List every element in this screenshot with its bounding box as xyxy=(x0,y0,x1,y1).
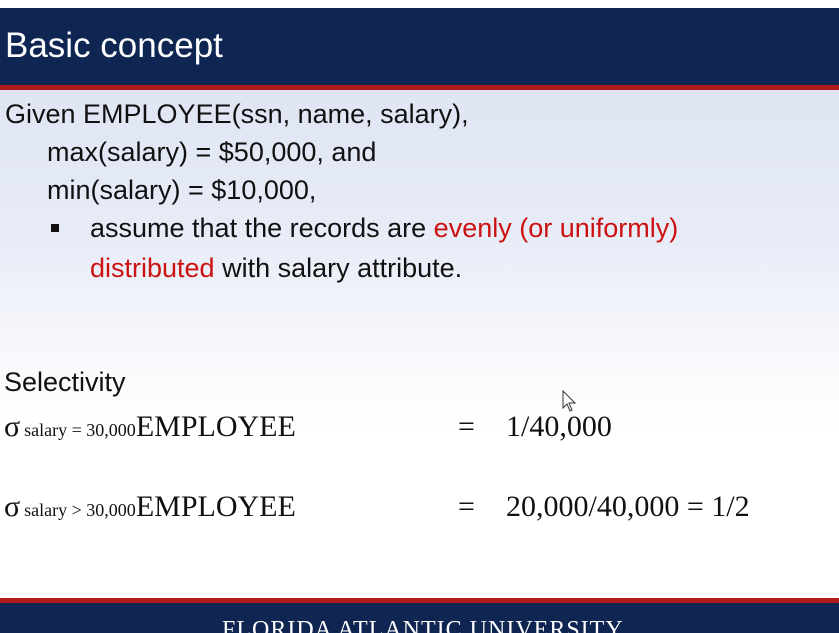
formula-relation: EMPLOYEE xyxy=(135,410,296,443)
bullet-text-after: with salary attribute. xyxy=(214,253,463,283)
top-strip xyxy=(0,0,839,8)
bullet-line-1: assume that the records are evenly (or u… xyxy=(90,212,678,244)
bullet-line-2: distributed with salary attribute. xyxy=(90,252,462,284)
bullet-highlight-evenly: evenly (or uniformly) xyxy=(433,213,679,243)
slide-footer: FLORIDA ATLANTIC UNIVERSITY xyxy=(0,603,839,633)
formula-equals: = xyxy=(458,490,475,523)
slide-title: Basic concept xyxy=(5,26,223,65)
selectivity-label: Selectivity xyxy=(4,367,126,397)
bullet-text-before: assume that the records are xyxy=(90,213,434,243)
min-line: min(salary) = $10,000, xyxy=(47,175,317,205)
formula-equality: σ salary = 30,000EMPLOYEE xyxy=(4,410,296,444)
formula-equals: = xyxy=(458,410,475,443)
sigma-symbol: σ xyxy=(4,490,21,523)
university-logo: FLORIDA ATLANTIC UNIVERSITY xyxy=(222,617,624,633)
formula-result: 1/40,000 xyxy=(506,410,612,443)
formula-condition: salary > 30,000 xyxy=(24,500,136,520)
formula-condition: salary = 30,000 xyxy=(24,420,136,440)
given-line: Given EMPLOYEE(ssn, name, salary), xyxy=(5,99,469,129)
bullet-highlight-distributed: distributed xyxy=(90,253,215,283)
max-line: max(salary) = $50,000, and xyxy=(47,137,377,167)
sigma-symbol: σ xyxy=(4,410,21,443)
formula-relation: EMPLOYEE xyxy=(135,490,296,523)
mouse-pointer-icon xyxy=(562,389,578,419)
formula-range: σ salary > 30,000EMPLOYEE xyxy=(4,490,296,524)
slide-header: Basic concept xyxy=(0,8,839,85)
bullet-square-icon xyxy=(51,224,59,232)
formula-result: 20,000/40,000 = 1/2 xyxy=(506,490,750,523)
